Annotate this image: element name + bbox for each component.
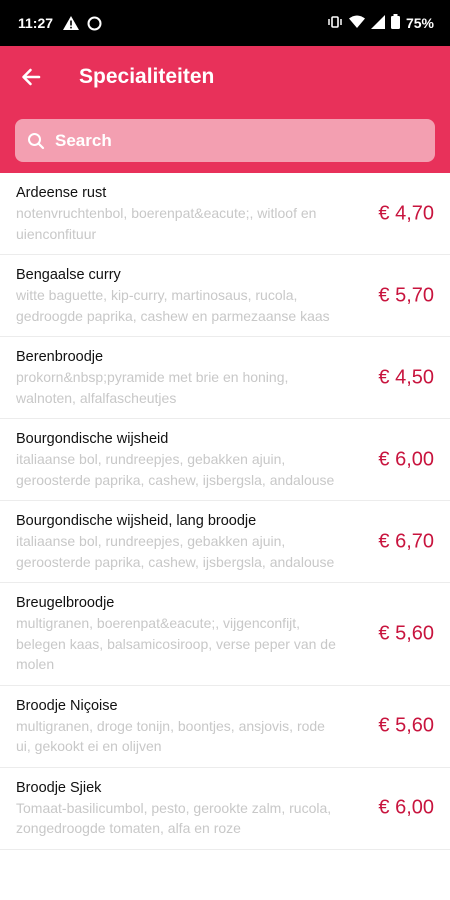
menu-list: Ardeense rust notenvruchtenbol, boerenpa… [0,173,450,850]
item-description: multigranen, droge tonijn, boontjes, ans… [16,717,325,755]
item-price: € 6,70 [378,530,434,552]
item-name: Breugelbroodje [16,595,115,611]
item-name: Bourgondische wijsheid [16,431,169,447]
item-description: italiaanse bol, rundreepjes, gebakken aj… [16,451,335,488]
item-price: € 5,70 [378,284,434,306]
list-item[interactable]: Bourgondische wijsheid, lang broodje ita… [0,501,450,583]
list-item[interactable]: Berenbroodje prokorn&nbsp;pyramide met b… [0,337,450,419]
item-description: italiaanse bol, rundreepjes, gebakken aj… [16,533,335,570]
list-item[interactable]: Broodje Niçoise multigranen, droge tonij… [0,686,450,768]
item-price: € 6,00 [378,796,434,819]
item-price: € 4,50 [378,366,434,388]
arrow-left-icon [22,68,41,86]
item-description: witte baguette, kip-curry, martinosaus, … [16,287,330,324]
item-name: Broodje Sjiek [16,779,102,796]
status-bar: 11:27 75% [0,0,450,46]
list-item[interactable]: Bourgondische wijsheid italiaanse bol, r… [0,419,450,501]
back-button[interactable] [18,64,44,90]
item-name: Bourgondische wijsheid, lang broodje [16,513,257,529]
item-name: Ardeense rust [16,185,107,201]
item-price: € 5,60 [378,714,434,737]
item-price: € 5,60 [378,622,434,645]
battery-icon [390,14,400,32]
app-bar: Specialiteiten [0,46,450,173]
item-price: € 4,70 [378,202,434,224]
warning-icon [63,16,80,30]
status-right-group: 75% [327,14,434,32]
item-name: Broodje Niçoise [16,697,118,714]
search-bar[interactable] [15,119,435,162]
search-icon [28,132,45,149]
item-description: Tomaat-basilicumbol, pesto, gerookte zal… [16,799,332,837]
wifi-icon [348,15,365,31]
vibrate-icon [327,15,343,31]
signal-icon [370,14,385,32]
list-item[interactable]: Broodje Sjiek Tomaat-basilicumbol, pesto… [0,768,450,850]
search-input[interactable] [53,129,417,152]
item-description: prokorn&nbsp;pyramide met brie en honing… [16,369,289,406]
item-price: € 6,00 [378,448,434,470]
list-item[interactable]: Breugelbroodje multigranen, boerenpat&ea… [0,583,450,686]
sync-circle-icon [87,16,102,31]
battery-percent: 75% [405,15,434,31]
item-description: multigranen, boerenpat&eacute;, vijgenco… [16,615,336,672]
list-item[interactable]: Bengaalse curry witte baguette, kip-curr… [0,255,450,337]
item-description: notenvruchtenbol, boerenpat&eacute;, wit… [16,205,317,242]
page-title: Specialiteiten [79,65,215,88]
item-name: Bengaalse curry [16,267,121,283]
item-name: Berenbroodje [16,349,104,365]
list-item[interactable]: Ardeense rust notenvruchtenbol, boerenpa… [0,173,450,255]
status-time: 11:27 [18,15,54,31]
